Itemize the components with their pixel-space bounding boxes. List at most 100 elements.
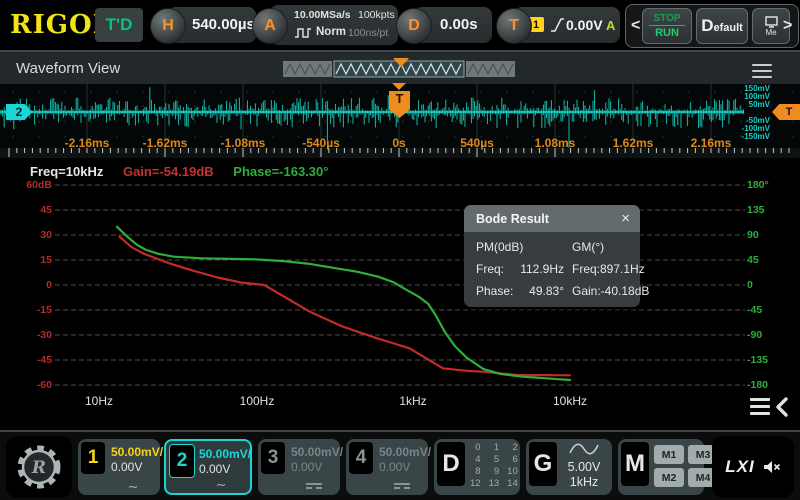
time-per-point: 100ns/pt (348, 27, 388, 39)
display-icon (765, 16, 778, 28)
pm-phase-row: Phase: 49.83° (476, 284, 572, 298)
mem-depth: 100kpts (358, 9, 395, 21)
acquire-knob[interactable]: A (252, 8, 288, 44)
channel1-tile[interactable]: 1 50.00mV/ 0.00V ∼ (78, 439, 160, 495)
channel3-offset: 0.00V (291, 460, 322, 474)
waveform-gen-tile[interactable]: G 5.00V 1kHz (526, 439, 612, 495)
run-label: RUN (655, 26, 679, 39)
digital-channel-number: 0 (470, 442, 481, 454)
digital-channel-number: 6 (507, 454, 518, 466)
gear-icon: R (6, 436, 72, 498)
digital-channel-number: 10 (507, 466, 518, 478)
acquire-mode: Norm (316, 26, 346, 38)
digital-channel-number: 4 (470, 454, 481, 466)
freq-axis-tick: 10Hz (85, 394, 113, 408)
menu-lines-icon (750, 398, 770, 419)
waveform-view-title: Waveform View (16, 60, 120, 77)
stop-label: STOP (649, 13, 684, 26)
digital-channel-number: 12 (470, 478, 481, 490)
trigger-level: 0.00V (566, 17, 603, 33)
channel3-badge: 3 (261, 442, 285, 474)
acquire-panel[interactable]: 10.00MSa/s 100kpts Norm 100ns/pt (270, 5, 398, 45)
ac-coupling-icon: ∼ (199, 478, 243, 491)
waveform-view-bar: Waveform View (0, 50, 800, 84)
horizontal-position-preview[interactable] (283, 58, 515, 80)
strip-volt-label: -150mV (742, 133, 770, 141)
math-buttons-grid: M1M3M2M4 (654, 445, 718, 487)
digital-channel-number: 14 (507, 478, 518, 490)
gm-freq: Freq:897.1Hz (572, 262, 649, 276)
math-tile[interactable]: M M1M3M2M4 (618, 439, 704, 495)
digital-channel-number: 2 (507, 442, 518, 454)
timebase-value: 540.00µs/ (192, 16, 259, 33)
bode-plot-area: Freq=10kHz Gain=-54.19dB Phase=-163.30° … (0, 160, 800, 430)
pm-freq-value: 112.9Hz (520, 262, 564, 276)
strip-volt-labels: 150mV100mV50mV-50mV-100mV-150mV (0, 84, 800, 158)
digital-channels-tile[interactable]: D 0123456789101112131415 (434, 439, 520, 495)
dialog-title: Bode Result (476, 212, 549, 226)
waveform-strip[interactable]: 2 T T -2.16ms-1.62ms-1.08ms-540µs0s540µs… (0, 84, 800, 158)
dialog-header[interactable]: Bode Result × (464, 205, 640, 232)
digital-channel-number: 1 (489, 442, 500, 454)
trigger-slope-icon (550, 17, 564, 33)
channel1-offset: 0.00V (111, 460, 142, 474)
menu-label: Me (765, 28, 776, 37)
collapse-menu-button[interactable] (750, 396, 790, 422)
math-sub-button[interactable]: M2 (654, 468, 684, 487)
ac-coupling-icon: ∼ (111, 480, 155, 493)
strip-volt-label: 50mV (749, 101, 770, 109)
oscilloscope-screen: RIGOL T'D H 540.00µs/ A 10.00MSa/s 100kp… (0, 0, 800, 500)
gm-gain: Gain:-40.18dB (572, 284, 649, 298)
digital-channel-number: 9 (489, 466, 500, 478)
lxi-label: LXI (725, 457, 754, 477)
horizontal-knob[interactable]: H (150, 8, 186, 44)
channel2-scale: 50.00mV/ (199, 447, 251, 461)
channel3-scale: 50.00mV/ (291, 445, 343, 459)
delay-value: 0.00s (440, 16, 478, 33)
gen-badge: G (529, 442, 557, 486)
top-status-bar: RIGOL T'D H 540.00µs/ A 10.00MSa/s 100kp… (0, 0, 800, 50)
lxi-status-tile[interactable]: LXI (712, 436, 794, 498)
quick-buttons-cluster: < STOP RUN Default Me > (625, 4, 799, 48)
pm-phase-label: Phase: (476, 284, 513, 298)
delay-knob[interactable]: D (396, 8, 432, 44)
dc-coupling-icon (394, 483, 410, 489)
gen-voltage: 5.00V (564, 460, 604, 475)
freq-axis-tick: 100Hz (240, 394, 275, 408)
channel1-scale: 50.00mV/ (111, 445, 163, 459)
chevron-right-icon[interactable]: > (783, 18, 792, 34)
bottom-channel-bar: R 1 50.00mV/ 0.00V ∼ 2 50.00mV/ 0.00V ∼ … (0, 430, 800, 500)
bode-result-dialog: Bode Result × PM(0dB) GM(°) Freq:112.9Hz… (464, 205, 640, 307)
menu-hamburger-icon[interactable] (752, 60, 772, 82)
channel4-scale: 50.00mV/ (379, 445, 431, 459)
close-icon[interactable]: × (621, 211, 630, 226)
default-button[interactable]: Default (696, 8, 748, 44)
pm-freq-label: Freq: (476, 262, 504, 276)
math-badge: M (621, 442, 649, 486)
channel1-badge: 1 (81, 442, 105, 474)
gen-frequency: 1kHz (564, 475, 604, 490)
pm-header: PM(0dB) (476, 240, 572, 254)
trigger-knob[interactable]: T (496, 8, 532, 44)
default-label: Default (701, 16, 743, 36)
digital-channel-number: 13 (489, 478, 500, 490)
trigger-status-badge: T'D (95, 8, 143, 42)
chann4-offset: 0.00V (379, 460, 410, 474)
channel4-tile[interactable]: 4 50.00mV/ 0.00V (346, 439, 428, 495)
trigger-coupling: A (606, 18, 615, 33)
sample-rate: 10.00MSa/s (294, 9, 351, 21)
chevron-left-icon[interactable]: < (631, 18, 640, 34)
sine-wave-icon (569, 442, 599, 455)
math-sub-button[interactable]: M1 (654, 445, 684, 464)
channel3-tile[interactable]: 3 50.00mV/ 0.00V (258, 439, 340, 495)
speaker-muted-icon (763, 459, 781, 475)
rigol-gear-logo[interactable]: R (6, 436, 72, 498)
acquire-mode-icon (294, 27, 312, 39)
channel2-tile[interactable]: 2 50.00mV/ 0.00V ∼ (164, 439, 252, 495)
pm-phase-value: 49.83° (529, 284, 564, 298)
digital-channel-number: 5 (489, 454, 500, 466)
svg-text:R: R (31, 458, 46, 478)
channel4-badge: 4 (349, 442, 373, 474)
stop-run-button[interactable]: STOP RUN (642, 8, 692, 44)
pm-freq-row: Freq: 112.9Hz (476, 262, 572, 276)
